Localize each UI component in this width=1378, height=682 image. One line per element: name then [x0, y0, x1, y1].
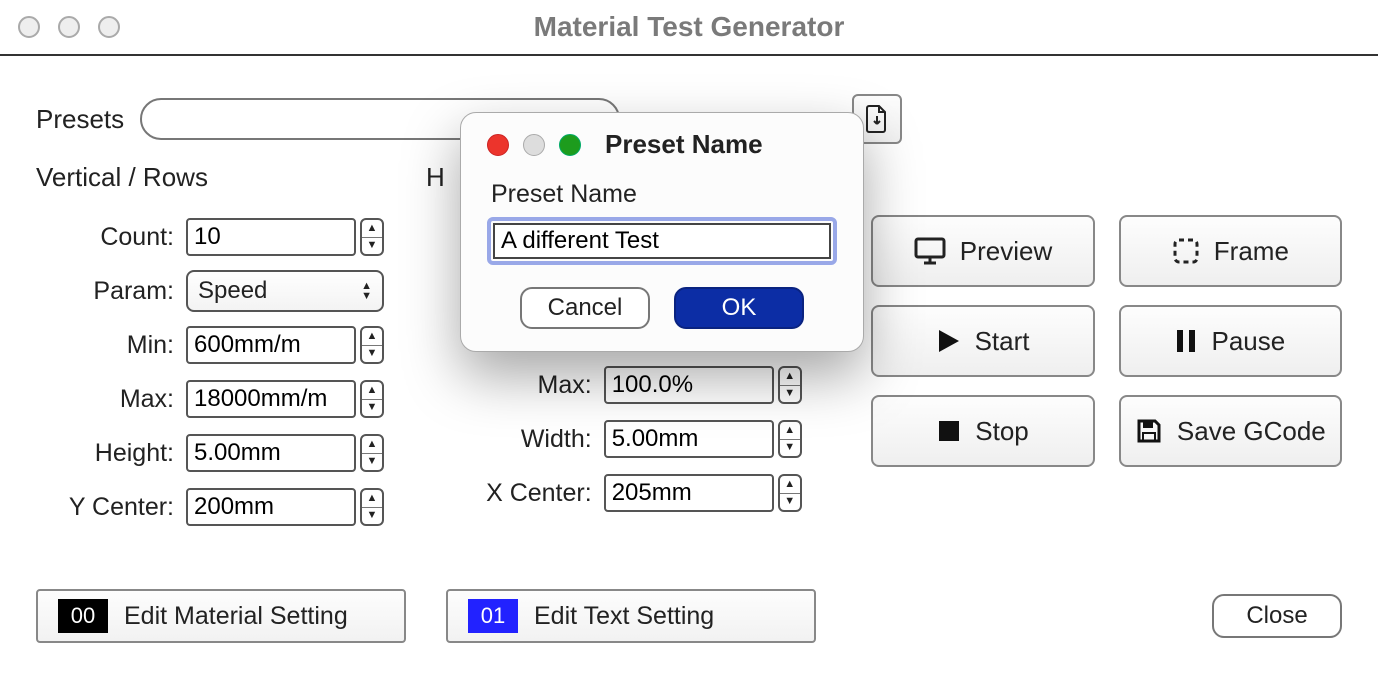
pause-icon [1175, 328, 1197, 354]
cancel-button[interactable]: Cancel [520, 287, 650, 329]
ok-button[interactable]: OK [674, 287, 804, 329]
xcenter-stepper[interactable]: ▲▼ [778, 474, 802, 512]
hmax-stepper[interactable]: ▲▼ [778, 366, 802, 404]
preset-name-focus-ring [487, 217, 837, 265]
param-value: Speed [198, 277, 267, 305]
height-label: Height: [36, 439, 186, 468]
vertical-section-header: Vertical / Rows [36, 162, 426, 193]
ycenter-label: Y Center: [36, 493, 186, 522]
preset-name-dialog: Preset Name Preset Name Cancel OK [460, 112, 864, 352]
min-label: Min: [36, 331, 186, 360]
preset-name-label: Preset Name [491, 180, 837, 209]
presets-label: Presets [36, 104, 124, 135]
chevron-updown-icon: ▲▼ [361, 281, 372, 301]
preset-name-input[interactable] [493, 223, 831, 259]
start-label: Start [975, 326, 1030, 357]
frame-icon [1172, 237, 1200, 265]
min-stepper[interactable]: ▲▼ [360, 326, 384, 364]
cancel-label: Cancel [548, 294, 623, 322]
vertical-column: Count: ▲▼ Param: Speed ▲▼ Min: ▲▼ Max: ▲… [36, 215, 394, 539]
dialog-zoom-icon[interactable] [559, 134, 581, 156]
dialog-close-icon[interactable] [487, 134, 509, 156]
dialog-title: Preset Name [605, 129, 763, 160]
min-input[interactable] [186, 326, 356, 364]
play-icon [937, 328, 961, 354]
edit-text-label: Edit Text Setting [534, 602, 714, 631]
frame-label: Frame [1214, 236, 1289, 267]
max-input[interactable] [186, 380, 356, 418]
stop-button[interactable]: Stop [871, 395, 1094, 467]
preview-button[interactable]: Preview [871, 215, 1094, 287]
width-stepper[interactable]: ▲▼ [778, 420, 802, 458]
width-input[interactable] [604, 420, 774, 458]
hmax-label: Max: [454, 371, 604, 400]
preview-label: Preview [960, 236, 1052, 267]
window-title: Material Test Generator [0, 11, 1378, 43]
max-stepper[interactable]: ▲▼ [360, 380, 384, 418]
badge-01: 01 [468, 599, 518, 633]
titlebar: Material Test Generator [0, 0, 1378, 56]
stop-label: Stop [975, 416, 1029, 447]
edit-text-button[interactable]: 01 Edit Text Setting [446, 589, 816, 643]
frame-button[interactable]: Frame [1119, 215, 1342, 287]
max-label: Max: [36, 385, 186, 414]
edit-material-button[interactable]: 00 Edit Material Setting [36, 589, 406, 643]
close-label: Close [1246, 602, 1307, 630]
height-input[interactable] [186, 434, 356, 472]
xcenter-input[interactable] [604, 474, 774, 512]
xcenter-label: X Center: [454, 479, 604, 508]
save-label: Save GCode [1177, 416, 1326, 447]
hmax-input[interactable] [604, 366, 774, 404]
pause-button[interactable]: Pause [1119, 305, 1342, 377]
count-stepper[interactable]: ▲▼ [360, 218, 384, 256]
count-label: Count: [36, 223, 186, 252]
pause-label: Pause [1211, 326, 1285, 357]
param-label: Param: [36, 277, 186, 306]
ycenter-input[interactable] [186, 488, 356, 526]
close-button[interactable]: Close [1212, 594, 1342, 638]
import-icon [863, 104, 891, 134]
badge-00: 00 [58, 599, 108, 633]
count-input[interactable] [186, 218, 356, 256]
dialog-titlebar: Preset Name [487, 129, 837, 160]
laser-column: Preview Frame Start Pause Stop [871, 215, 1342, 539]
save-gcode-button[interactable]: Save GCode [1119, 395, 1342, 467]
height-stepper[interactable]: ▲▼ [360, 434, 384, 472]
bottom-row: 00 Edit Material Setting 01 Edit Text Se… [36, 589, 1342, 643]
start-button[interactable]: Start [871, 305, 1094, 377]
save-icon [1135, 417, 1163, 445]
dialog-minimize-icon [523, 134, 545, 156]
ok-label: OK [722, 294, 757, 322]
width-label: Width: [454, 425, 604, 454]
param-select[interactable]: Speed ▲▼ [186, 270, 384, 312]
monitor-icon [914, 237, 946, 265]
edit-material-label: Edit Material Setting [124, 602, 348, 631]
ycenter-stepper[interactable]: ▲▼ [360, 488, 384, 526]
stop-icon [937, 419, 961, 443]
